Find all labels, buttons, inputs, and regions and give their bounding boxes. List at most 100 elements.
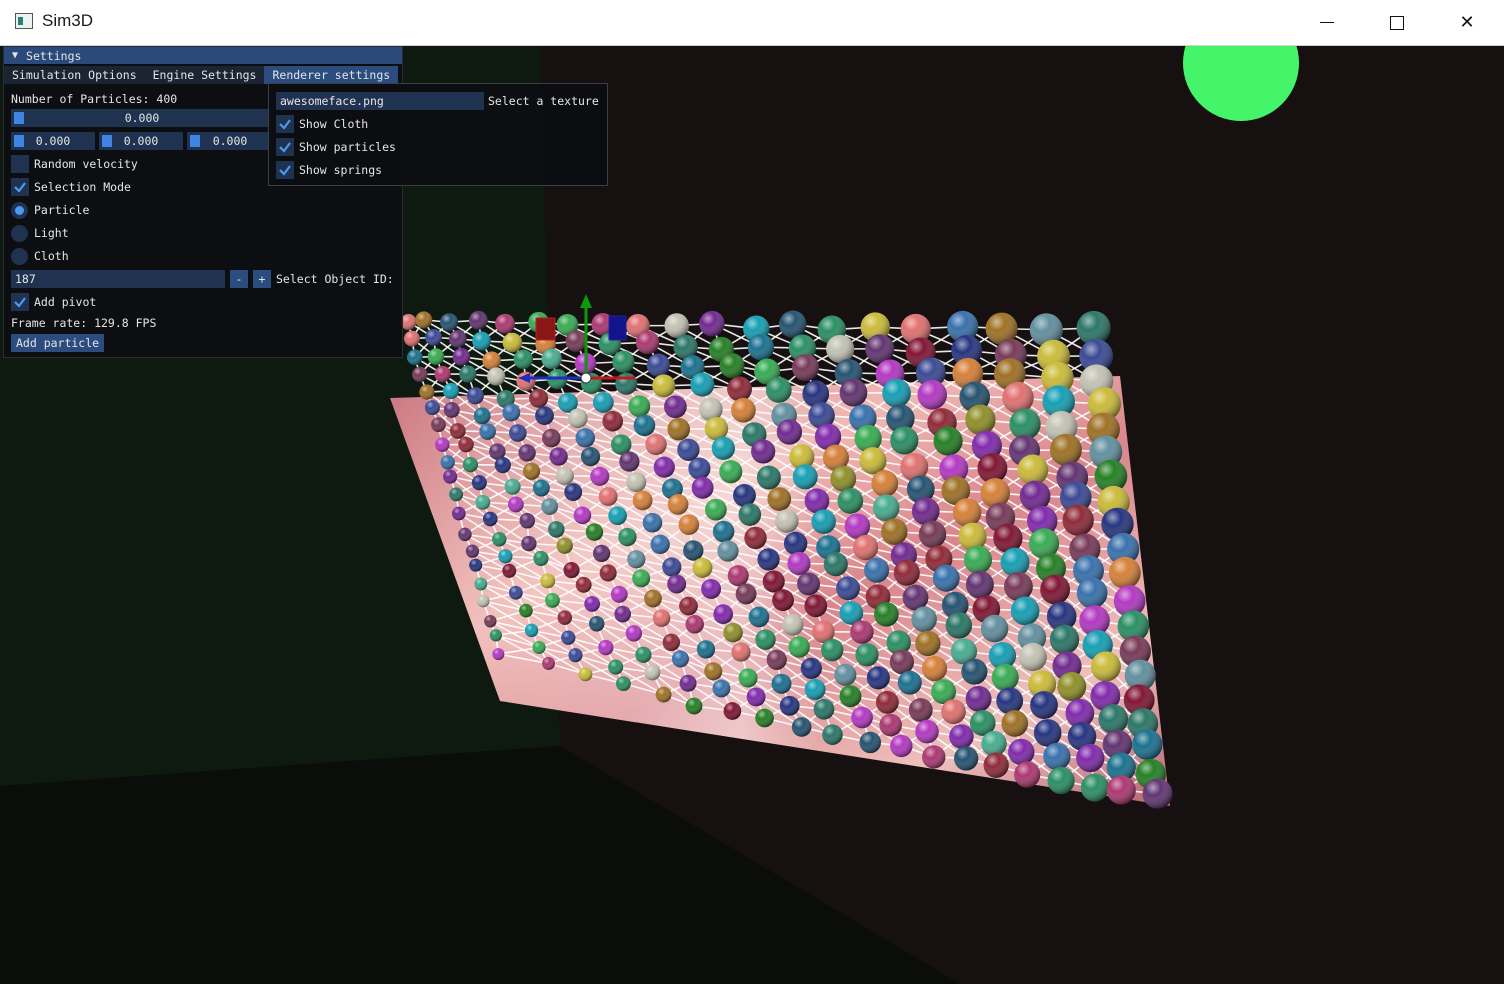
particle[interactable] xyxy=(757,548,780,571)
particle[interactable] xyxy=(836,576,860,601)
particle[interactable] xyxy=(632,569,651,588)
particle[interactable] xyxy=(557,610,573,625)
particle[interactable] xyxy=(952,498,982,527)
mode-cloth-radio[interactable] xyxy=(11,248,28,265)
object-id-increment-button[interactable]: + xyxy=(253,270,271,288)
particle[interactable] xyxy=(474,577,488,591)
particle[interactable] xyxy=(573,506,592,525)
particle[interactable] xyxy=(981,730,1007,757)
particle[interactable] xyxy=(473,407,491,425)
particle[interactable] xyxy=(588,616,605,632)
particle[interactable] xyxy=(462,457,479,473)
particle[interactable] xyxy=(598,639,614,656)
particle[interactable] xyxy=(452,348,471,366)
particle[interactable] xyxy=(804,594,828,618)
particle[interactable] xyxy=(933,426,963,456)
particle[interactable] xyxy=(545,593,560,608)
particle[interactable] xyxy=(442,382,460,399)
particle[interactable] xyxy=(1062,504,1094,536)
particle[interactable] xyxy=(540,573,556,589)
particle[interactable] xyxy=(834,663,857,686)
particle[interactable] xyxy=(563,562,580,579)
particle[interactable] xyxy=(584,596,600,612)
particle[interactable] xyxy=(921,655,948,682)
particle[interactable] xyxy=(996,687,1024,715)
particle[interactable] xyxy=(662,633,680,652)
particle[interactable] xyxy=(492,648,505,661)
particle[interactable] xyxy=(627,550,646,569)
particle[interactable] xyxy=(779,310,807,338)
show-cloth-checkbox[interactable] xyxy=(276,115,294,133)
close-button[interactable]: ✕ xyxy=(1432,0,1502,45)
particle[interactable] xyxy=(881,518,908,545)
particle[interactable] xyxy=(797,572,820,596)
particle[interactable] xyxy=(771,673,792,694)
particle[interactable] xyxy=(664,313,689,338)
particle[interactable] xyxy=(746,687,766,707)
particle[interactable] xyxy=(1018,642,1047,672)
particle[interactable] xyxy=(872,494,900,522)
particle[interactable] xyxy=(626,472,647,493)
particle[interactable] xyxy=(495,313,515,334)
particle[interactable] xyxy=(567,408,588,429)
particle[interactable] xyxy=(823,552,848,577)
particle[interactable] xyxy=(839,685,862,708)
particle[interactable] xyxy=(705,498,727,521)
particle[interactable] xyxy=(963,545,993,574)
particle[interactable] xyxy=(727,565,749,587)
particle[interactable] xyxy=(598,487,618,506)
particle[interactable] xyxy=(713,604,734,624)
particle[interactable] xyxy=(865,334,895,364)
particle[interactable] xyxy=(776,419,803,445)
maximize-button[interactable] xyxy=(1362,0,1432,45)
particle[interactable] xyxy=(719,353,745,379)
particle[interactable] xyxy=(575,428,595,448)
tab-simulation-options[interactable]: Simulation Options xyxy=(4,66,145,84)
particle[interactable] xyxy=(1076,577,1108,609)
particle[interactable] xyxy=(435,437,450,452)
object-id-decrement-button[interactable]: - xyxy=(230,270,248,288)
particle[interactable] xyxy=(851,706,873,729)
particle[interactable] xyxy=(458,527,472,542)
particle[interactable] xyxy=(440,313,458,332)
particle[interactable] xyxy=(704,662,723,681)
particle[interactable] xyxy=(482,511,498,527)
particle[interactable] xyxy=(811,509,836,534)
particle[interactable] xyxy=(727,376,752,402)
particle[interactable] xyxy=(513,349,533,369)
particle[interactable] xyxy=(633,414,656,437)
particle[interactable] xyxy=(717,540,739,562)
particle[interactable] xyxy=(580,446,601,467)
tab-renderer-settings[interactable]: Renderer settings xyxy=(264,66,399,84)
add-pivot-checkbox[interactable] xyxy=(11,293,29,311)
particle[interactable] xyxy=(690,372,715,397)
particle[interactable] xyxy=(1098,704,1129,734)
particle[interactable] xyxy=(766,649,787,670)
particle[interactable] xyxy=(692,557,713,578)
particle[interactable] xyxy=(788,636,810,658)
particle[interactable] xyxy=(518,444,536,462)
particle[interactable] xyxy=(850,620,874,644)
particle[interactable] xyxy=(415,311,433,329)
add-particle-button[interactable]: Add particle xyxy=(11,334,105,352)
particle[interactable] xyxy=(548,521,565,538)
particle[interactable] xyxy=(775,509,799,533)
particle[interactable] xyxy=(522,462,541,480)
particle[interactable] xyxy=(738,668,758,688)
particle[interactable] xyxy=(679,596,698,616)
particle[interactable] xyxy=(747,334,775,361)
particle[interactable] xyxy=(434,365,451,383)
particle[interactable] xyxy=(683,540,704,561)
particle[interactable] xyxy=(451,506,466,521)
particle[interactable] xyxy=(762,570,785,593)
particle[interactable] xyxy=(915,719,939,744)
particle[interactable] xyxy=(610,585,628,603)
particle[interactable] xyxy=(792,354,820,382)
particle[interactable] xyxy=(765,376,792,403)
particle[interactable] xyxy=(1057,672,1087,701)
particle[interactable] xyxy=(756,465,781,490)
particle[interactable] xyxy=(443,401,460,418)
particle[interactable] xyxy=(489,629,502,642)
particle[interactable] xyxy=(837,488,864,514)
particle[interactable] xyxy=(642,512,663,533)
